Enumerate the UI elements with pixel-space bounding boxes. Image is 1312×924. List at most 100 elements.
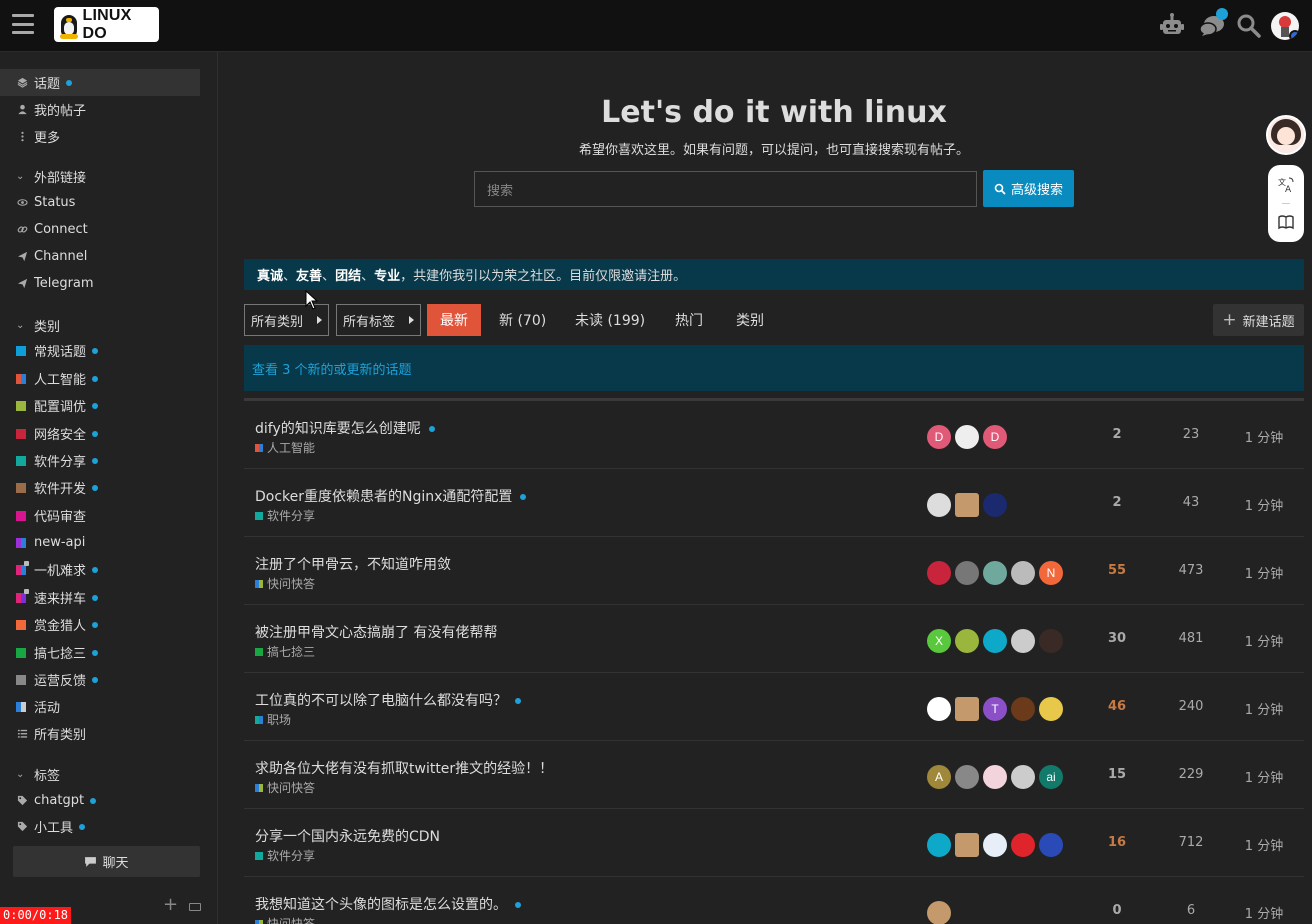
topic-title-link[interactable]: 注册了个甲骨云，不知道咋用敛 (255, 554, 451, 574)
user-avatar[interactable] (1271, 12, 1299, 40)
tab-new[interactable]: 新 (70) (490, 304, 555, 336)
advanced-search-button[interactable]: 高级搜索 (983, 170, 1074, 207)
sidebar-item-topics[interactable]: 话题 (0, 69, 200, 96)
search-icon[interactable] (1235, 12, 1263, 40)
topic-category-badge[interactable]: 快问快答 (255, 915, 315, 924)
poster-avatar[interactable] (927, 697, 951, 721)
poster-avatar[interactable] (1039, 697, 1063, 721)
tab-unread[interactable]: 未读 (199) (566, 304, 654, 336)
topic-title-link[interactable]: 求助各位大佬有没有抓取twitter推文的经验！！ (255, 758, 553, 778)
topic-activity[interactable]: 1 分钟 (1234, 767, 1294, 786)
poster-avatar[interactable] (927, 493, 951, 517)
tab-categories[interactable]: 类别 (727, 304, 773, 336)
sidebar-category-item[interactable]: new-api (0, 529, 200, 556)
poster-avatar[interactable] (983, 833, 1007, 857)
chat-bubbles-icon[interactable] (1198, 8, 1228, 40)
topic-title-link[interactable]: 分享一个国内永远免费的CDN (255, 826, 440, 846)
poster-avatar[interactable]: N (1039, 561, 1063, 585)
poster-avatar[interactable] (955, 493, 979, 517)
plus-icon[interactable]: + (163, 894, 178, 915)
sidebar-category-item[interactable]: 活动 (0, 693, 200, 720)
topic-activity[interactable]: 1 分钟 (1234, 495, 1294, 514)
topic-replies[interactable]: 15 (1092, 767, 1142, 782)
topic-category-badge[interactable]: 软件分享 (255, 847, 315, 864)
sidebar-category-item[interactable]: 软件开发 (0, 474, 200, 501)
topic-replies[interactable]: 46 (1092, 699, 1142, 714)
sidebar-category-item[interactable]: 代码审查 (0, 502, 200, 529)
show-updates-link[interactable]: 查看 3 个新的或更新的话题 (244, 345, 1304, 391)
topic-category-badge[interactable]: 职场 (255, 711, 291, 728)
poster-avatar[interactable] (927, 901, 951, 924)
sidebar-item-more[interactable]: 更多 (0, 123, 200, 150)
assistant-avatar[interactable] (1266, 115, 1306, 155)
sidebar-link-channel[interactable]: Channel (0, 243, 200, 270)
topic-category-badge[interactable]: 快问快答 (255, 575, 315, 592)
poster-avatar[interactable] (955, 629, 979, 653)
topic-title-link[interactable]: 被注册甲骨文心态搞崩了 有没有佬帮帮 (255, 622, 497, 642)
sidebar-link-connect[interactable]: Connect (0, 216, 200, 243)
chat-button[interactable]: 聊天 (13, 846, 200, 877)
poster-avatar[interactable] (955, 697, 979, 721)
topic-category-badge[interactable]: 快问快答 (255, 779, 315, 796)
topic-replies[interactable]: 55 (1092, 563, 1142, 578)
poster-avatar[interactable]: T (983, 697, 1007, 721)
poster-avatar[interactable] (1011, 561, 1035, 585)
poster-avatar[interactable] (983, 629, 1007, 653)
sidebar-category-item[interactable]: 软件分享 (0, 447, 200, 474)
topic-row[interactable]: 被注册甲骨文心态搞崩了 有没有佬帮帮 搞七捻三 X 30 481 1 分钟 (244, 605, 1304, 673)
sidebar-category-item[interactable]: 人工智能 (0, 365, 200, 392)
poster-avatar[interactable] (1039, 629, 1063, 653)
sidebar-category-item[interactable]: 常规话题 (0, 337, 200, 364)
topic-category-badge[interactable]: 搞七捻三 (255, 643, 315, 660)
topic-activity[interactable]: 1 分钟 (1234, 835, 1294, 854)
poster-avatar[interactable]: X (927, 629, 951, 653)
topic-activity[interactable]: 1 分钟 (1234, 699, 1294, 718)
topic-title-link[interactable]: dify的知识库要怎么创建呢 (255, 418, 435, 438)
hamburger-menu-icon[interactable] (12, 14, 34, 34)
section-categories[interactable]: ⌄ 类别 (16, 315, 60, 335)
topic-row[interactable]: 分享一个国内永远免费的CDN 软件分享 16 712 1 分钟 (244, 809, 1304, 877)
topic-category-badge[interactable]: 人工智能 (255, 439, 315, 456)
keyboard-icon[interactable] (189, 903, 201, 911)
sidebar-category-item[interactable]: 运营反馈 (0, 666, 200, 693)
section-tags[interactable]: ⌄ 标签 (16, 764, 60, 784)
poster-avatar[interactable] (1011, 833, 1035, 857)
topic-replies[interactable]: 0 (1092, 903, 1142, 918)
sidebar-category-item[interactable]: 速来拼车 (0, 584, 200, 611)
section-external-links[interactable]: ⌄ 外部链接 (16, 166, 86, 186)
topic-replies[interactable]: 2 (1092, 495, 1142, 510)
poster-avatar[interactable] (983, 561, 1007, 585)
new-topic-button[interactable]: + 新建话题 (1213, 304, 1304, 336)
poster-avatar[interactable] (1039, 833, 1063, 857)
poster-avatar[interactable]: D (983, 425, 1007, 449)
poster-avatar[interactable] (927, 833, 951, 857)
sidebar-category-item[interactable]: 一机难求 (0, 556, 200, 583)
topic-row[interactable]: 工位真的不可以除了电脑什么都没有吗？ 职场 T 46 240 1 分钟 (244, 673, 1304, 741)
sidebar-category-item[interactable]: 赏金猎人 (0, 611, 200, 638)
topic-category-badge[interactable]: 软件分享 (255, 507, 315, 524)
sidebar-category-item[interactable]: 配置调优 (0, 392, 200, 419)
topic-row[interactable]: 我想知道这个头像的图标是怎么设置的。 快问快答 0 6 1 分钟 (244, 877, 1304, 924)
topic-row[interactable]: 注册了个甲骨云，不知道咋用敛 快问快答 N 55 473 1 分钟 (244, 537, 1304, 605)
sidebar-link-telegram[interactable]: Telegram (0, 270, 200, 297)
topic-replies[interactable]: 30 (1092, 631, 1142, 646)
poster-avatar[interactable] (927, 561, 951, 585)
topic-title-link[interactable]: 我想知道这个头像的图标是怎么设置的。 (255, 894, 521, 914)
poster-avatar[interactable] (1011, 697, 1035, 721)
topic-row[interactable]: 求助各位大佬有没有抓取twitter推文的经验！！ 快问快答 Aai 15 229 1 分… (244, 741, 1304, 809)
topic-replies[interactable]: 16 (1092, 835, 1142, 850)
sidebar-tag-chatgpt[interactable]: chatgpt (0, 787, 200, 814)
topic-activity[interactable]: 1 分钟 (1234, 631, 1294, 650)
tab-top[interactable]: 热门 (666, 304, 712, 336)
sidebar-category-item[interactable]: 网络安全 (0, 420, 200, 447)
poster-avatar[interactable] (1011, 765, 1035, 789)
poster-avatar[interactable]: A (927, 765, 951, 789)
topic-title-link[interactable]: Docker重度依赖患者的Nginx通配符配置 (255, 486, 527, 506)
site-logo[interactable]: LINUX DO (54, 7, 159, 42)
topic-replies[interactable]: 2 (1092, 427, 1142, 442)
poster-avatar[interactable] (955, 765, 979, 789)
translate-icon[interactable]: 文A (1276, 175, 1296, 195)
robot-icon[interactable] (1158, 12, 1186, 40)
poster-avatar[interactable] (955, 561, 979, 585)
topic-row[interactable]: Docker重度依赖患者的Nginx通配符配置 软件分享 2 43 1 分钟 (244, 469, 1304, 537)
